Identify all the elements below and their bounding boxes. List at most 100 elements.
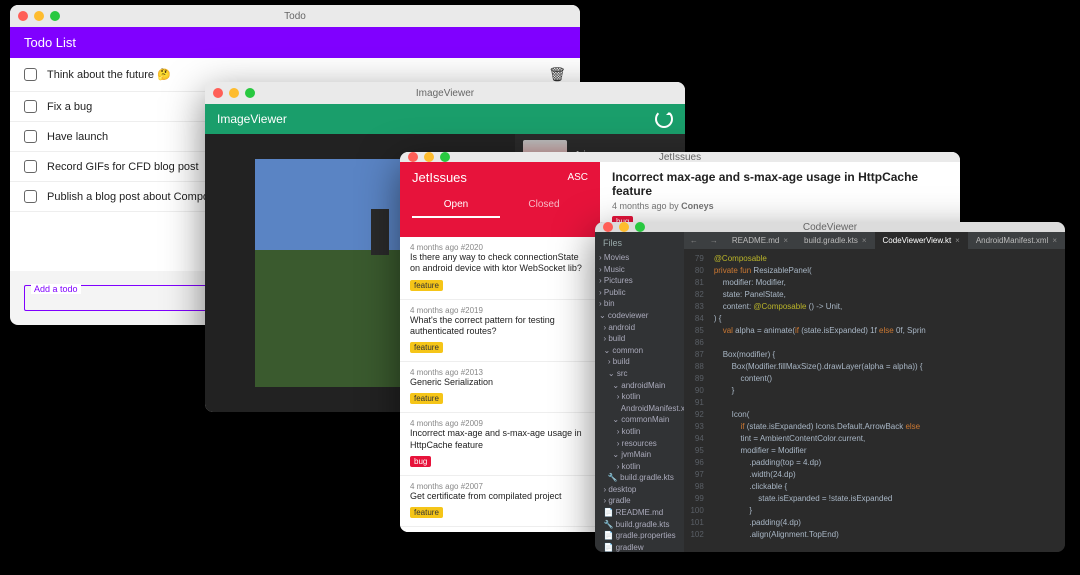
- issue-item[interactable]: 4 months ago #2007Get certificate from c…: [400, 476, 599, 527]
- issue-item[interactable]: 4 months ago #2009Incorrect max-age and …: [400, 413, 599, 476]
- editor-tab[interactable]: AndroidManifest.xml ×: [968, 232, 1065, 249]
- tree-row[interactable]: AndroidManifest.xml: [599, 403, 680, 415]
- issue-title: Generic Serialization: [410, 377, 589, 388]
- feature-badge: feature: [410, 393, 443, 404]
- add-todo-label: Add a todo: [31, 284, 81, 294]
- tree-row[interactable]: 🔧 build.gradle.kts: [599, 519, 680, 531]
- issue-title: What's the correct pattern for testing a…: [410, 315, 589, 338]
- file-tree-title: Files: [599, 238, 680, 248]
- minimize-icon[interactable]: [424, 152, 434, 162]
- issue-detail-by: by: [669, 201, 679, 211]
- tree-row[interactable]: › gradle: [599, 495, 680, 507]
- editor-tab[interactable]: CodeViewerView.kt×: [875, 232, 968, 249]
- traffic-lights[interactable]: [18, 11, 60, 21]
- jetissues-titlebar[interactable]: JetIssues: [400, 152, 960, 162]
- tree-row[interactable]: › Movies: [599, 252, 680, 264]
- checkbox-icon[interactable]: [24, 190, 37, 203]
- traffic-lights[interactable]: [603, 222, 645, 232]
- issue-item[interactable]: 4 months ago #2006Ktor slow startup dura…: [400, 527, 599, 532]
- minimize-icon[interactable]: [619, 222, 629, 232]
- zoom-icon[interactable]: [245, 88, 255, 98]
- tab-close-icon[interactable]: ×: [1052, 236, 1057, 245]
- checkbox-icon[interactable]: [24, 160, 37, 173]
- tree-row[interactable]: ⌄ androidMain: [599, 380, 680, 392]
- close-icon[interactable]: [18, 11, 28, 21]
- tree-row[interactable]: › bin: [599, 298, 680, 310]
- issue-item[interactable]: 4 months ago #2020Is there any way to ch…: [400, 237, 599, 300]
- minimize-icon[interactable]: [34, 11, 44, 21]
- tree-row[interactable]: › build: [599, 333, 680, 345]
- code-content: @Composable private fun ResizablePanel( …: [710, 249, 1065, 552]
- todo-titlebar[interactable]: Todo: [10, 5, 580, 27]
- tree-row[interactable]: › Public: [599, 287, 680, 299]
- issue-list[interactable]: 4 months ago #2020Is there any way to ch…: [400, 237, 600, 532]
- tree-row[interactable]: ⌄ commonMain: [599, 414, 680, 426]
- tab-label: README.md: [732, 236, 780, 245]
- editor-tab[interactable]: build.gradle.kts ×: [796, 232, 874, 249]
- bug-badge: bug: [410, 456, 431, 467]
- tree-row[interactable]: › build: [599, 356, 680, 368]
- traffic-lights[interactable]: [213, 88, 255, 98]
- file-tree[interactable]: Files › Movies› Music› Pictures› Public›…: [595, 232, 684, 552]
- imageviewer-titlebar[interactable]: ImageViewer: [205, 82, 685, 104]
- window-title: Todo: [10, 11, 580, 22]
- minimize-icon[interactable]: [229, 88, 239, 98]
- close-icon[interactable]: [408, 152, 418, 162]
- tree-row[interactable]: 🔧 build.gradle.kts: [599, 472, 680, 484]
- tab-closed[interactable]: Closed: [500, 193, 588, 218]
- tree-row[interactable]: › kotlin: [599, 461, 680, 473]
- nav-back-icon[interactable]: ←: [684, 233, 704, 248]
- todo-label: Record GIFs for CFD blog post: [47, 161, 199, 173]
- tree-row[interactable]: › android: [599, 322, 680, 334]
- issue-item[interactable]: 4 months ago #2019What's the correct pat…: [400, 300, 599, 363]
- checkbox-icon[interactable]: [24, 130, 37, 143]
- refresh-icon[interactable]: [655, 110, 673, 128]
- zoom-icon[interactable]: [50, 11, 60, 21]
- issue-title: Get certificate from compilated project: [410, 491, 589, 502]
- code-editor[interactable]: 79 80 81 82 83 84 85 86 87 88 89 90 91 9…: [684, 249, 1065, 552]
- tree-row[interactable]: ⌄ src: [599, 368, 680, 380]
- zoom-icon[interactable]: [635, 222, 645, 232]
- tree-row[interactable]: › kotlin: [599, 391, 680, 403]
- tree-row[interactable]: ⌄ codeviewer: [599, 310, 680, 322]
- todo-label: Fix a bug: [47, 101, 92, 113]
- sort-button[interactable]: ASC: [567, 172, 588, 183]
- tab-label: build.gradle.kts: [804, 236, 858, 245]
- zoom-icon[interactable]: [440, 152, 450, 162]
- tree-row[interactable]: 📄 gradlew: [599, 542, 680, 552]
- tree-row[interactable]: › kotlin: [599, 426, 680, 438]
- tree-row[interactable]: › Music: [599, 264, 680, 276]
- trash-icon[interactable]: 🗑: [548, 66, 566, 83]
- todo-label: Have launch: [47, 131, 108, 143]
- tab-close-icon[interactable]: ×: [955, 236, 960, 245]
- close-icon[interactable]: [213, 88, 223, 98]
- imageviewer-header: ImageViewer: [205, 104, 685, 134]
- nav-fwd-icon[interactable]: →: [704, 233, 724, 248]
- editor-tab[interactable]: README.md×: [724, 232, 796, 249]
- tab-close-icon[interactable]: ×: [862, 236, 867, 245]
- tab-label: AndroidManifest.xml: [976, 236, 1048, 245]
- jetissues-sidebar-header: JetIssues ASC Open Closed: [400, 162, 600, 237]
- feature-badge: feature: [410, 280, 443, 291]
- issue-detail-author: Coneys: [681, 201, 714, 211]
- tree-row[interactable]: › desktop: [599, 484, 680, 496]
- feature-badge: feature: [410, 507, 443, 518]
- close-icon[interactable]: [603, 222, 613, 232]
- tree-row[interactable]: › Pictures: [599, 275, 680, 287]
- tree-row[interactable]: ⌄ jvmMain: [599, 449, 680, 461]
- traffic-lights[interactable]: [408, 152, 450, 162]
- issue-detail-age: 4 months ago: [612, 201, 667, 211]
- checkbox-icon[interactable]: [24, 100, 37, 113]
- tree-row[interactable]: › resources: [599, 438, 680, 450]
- codeviewer-titlebar[interactable]: CodeViewer: [595, 222, 1065, 232]
- editor-tabs: ← → README.md×build.gradle.kts×CodeViewe…: [684, 232, 1065, 249]
- tree-row[interactable]: 📄 README.md: [599, 507, 680, 519]
- checkbox-icon[interactable]: [24, 68, 37, 81]
- tab-label: CodeViewerView.kt: [883, 236, 952, 245]
- tab-open[interactable]: Open: [412, 193, 500, 218]
- tree-row[interactable]: ⌄ common: [599, 345, 680, 357]
- tab-close-icon[interactable]: ×: [783, 236, 788, 245]
- issue-item[interactable]: 4 months ago #2013Generic Serializationf…: [400, 362, 599, 413]
- feature-badge: feature: [410, 342, 443, 353]
- tree-row[interactable]: 📄 gradle.properties: [599, 530, 680, 542]
